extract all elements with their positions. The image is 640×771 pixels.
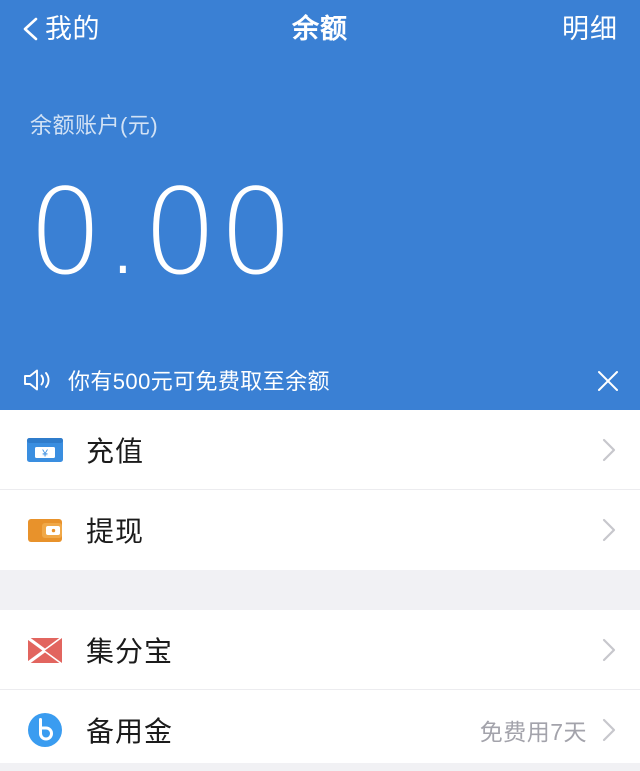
recharge-card-icon: ¥: [27, 438, 63, 462]
page-title: 余额: [292, 14, 348, 44]
list-group-secondary: 集分宝 备用金 免费用7天: [0, 610, 640, 770]
list-item-beiyongjin[interactable]: 备用金 免费用7天: [0, 690, 640, 770]
list-item-accessory: [587, 610, 618, 690]
promo-notice-text: 你有500元可免费取至余额: [68, 369, 330, 394]
group-divider: [0, 570, 640, 610]
list-item-accessory: 免费用7天: [480, 690, 618, 770]
list-item-recharge[interactable]: ¥ 充值: [0, 410, 640, 490]
list-item-accessory: [587, 490, 618, 570]
jifenbao-icon: [27, 636, 63, 665]
chevron-right-icon: [602, 518, 616, 542]
list-group-primary: ¥ 充值 提现: [0, 410, 640, 570]
chevron-right-icon: [602, 718, 616, 742]
list-item-label: 充值: [86, 436, 145, 467]
close-icon[interactable]: [592, 365, 624, 397]
beiyongjin-icon: [28, 713, 62, 747]
list-item-note: 免费用7天: [479, 719, 587, 745]
details-button[interactable]: 明细: [558, 9, 622, 49]
list-item-accessory: [587, 410, 618, 490]
navigation-bar: 我的 余额 明细: [0, 0, 640, 60]
list-item-label: 备用金: [86, 716, 174, 747]
list-item-label: 集分宝: [86, 636, 174, 667]
bottom-page-background: [0, 763, 640, 771]
chevron-right-icon: [602, 638, 616, 662]
speaker-icon: [24, 369, 50, 391]
list-item-jifenbao[interactable]: 集分宝: [0, 610, 640, 690]
withdraw-wallet-icon: [28, 519, 62, 542]
list-item-withdraw[interactable]: 提现: [0, 490, 640, 570]
balance-account-label: 余额账户(元): [30, 113, 159, 138]
chevron-right-icon: [602, 438, 616, 462]
promo-notice-bar[interactable]: 你有500元可免费取至余额: [0, 355, 640, 405]
list-item-label: 提现: [86, 516, 145, 547]
balance-screen: 我的 余额 明细 余额账户(元) 0.00 你有500元可免费取至余额 ¥ 充值…: [0, 0, 640, 771]
svg-text:¥: ¥: [41, 447, 48, 459]
balance-amount: 0.00: [28, 163, 295, 301]
